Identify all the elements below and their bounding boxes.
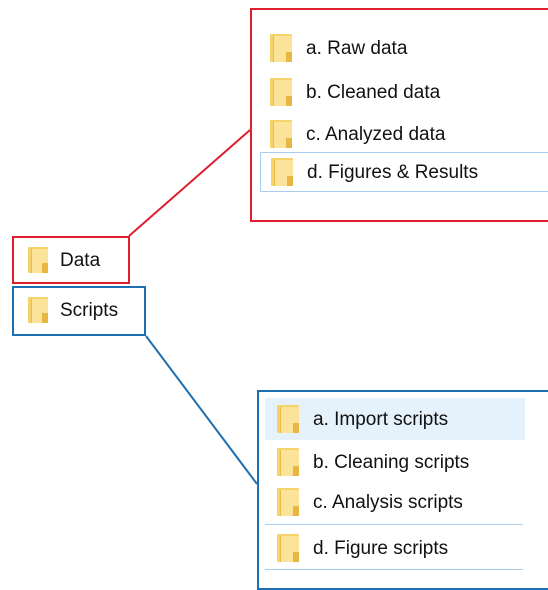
folder-icon (28, 247, 48, 273)
folder-icon (277, 448, 299, 476)
row-divider (265, 569, 523, 570)
folder-label: a. Raw data (306, 37, 408, 59)
folder-label: Data (60, 249, 101, 271)
folder-icon (277, 405, 299, 433)
root-folder-data[interactable]: Data (28, 242, 128, 278)
folder-icon (270, 34, 292, 62)
folder-icon (270, 78, 292, 106)
list-item-figure-scripts[interactable]: d. Figure scripts (277, 530, 547, 566)
scripts-folder-box: Scripts (12, 286, 146, 336)
folder-icon (277, 488, 299, 516)
data-connector-line (128, 129, 251, 237)
folder-label: c. Analysis scripts (313, 491, 463, 513)
list-item-raw-data[interactable]: a. Raw data (270, 30, 530, 66)
folder-icon (277, 534, 299, 562)
folder-icon (28, 297, 48, 323)
scripts-connector-line (145, 335, 258, 485)
list-item-cleaned-data[interactable]: b. Cleaned data (270, 74, 530, 110)
folder-icon (271, 158, 293, 186)
data-folder-box: Data (12, 236, 130, 284)
root-folder-scripts[interactable]: Scripts (28, 292, 144, 328)
row-divider (265, 524, 523, 525)
list-item-import-scripts[interactable]: a. Import scripts (265, 398, 525, 440)
folder-icon (270, 120, 292, 148)
folder-label: b. Cleaned data (306, 81, 441, 103)
list-item-analysis-scripts[interactable]: c. Analysis scripts (277, 484, 547, 520)
folder-label: a. Import scripts (313, 408, 449, 430)
folder-label: c. Analyzed data (306, 123, 446, 145)
list-item-figures-results[interactable]: d. Figures & Results (260, 152, 548, 192)
folder-label: b. Cleaning scripts (313, 451, 470, 473)
scripts-subfolders-panel: a. Import scripts b. Cleaning scripts c.… (257, 390, 548, 590)
folder-label: d. Figures & Results (307, 161, 479, 183)
folder-label: Scripts (60, 299, 119, 321)
folder-label: d. Figure scripts (313, 537, 449, 559)
list-item-cleaning-scripts[interactable]: b. Cleaning scripts (277, 444, 547, 480)
list-item-analyzed-data[interactable]: c. Analyzed data (270, 116, 530, 152)
data-subfolders-panel: a. Raw data b. Cleaned data c. Analyzed … (250, 8, 548, 222)
